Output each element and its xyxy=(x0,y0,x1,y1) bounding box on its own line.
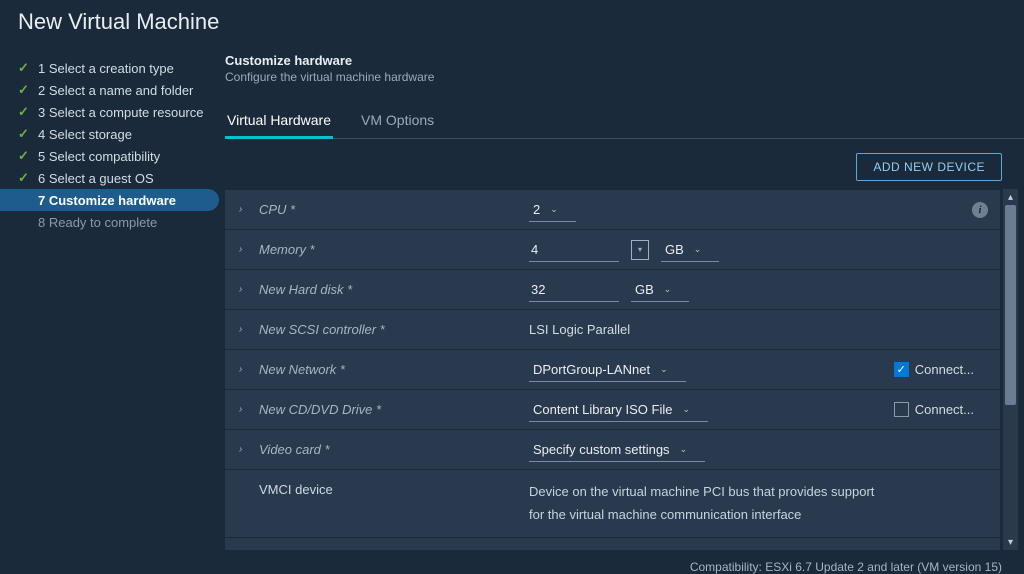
select-value: GB xyxy=(635,282,654,297)
connect-label: Connect... xyxy=(915,362,974,377)
compatibility-footer: Compatibility: ESXi 6.7 Update 2 and lat… xyxy=(225,550,1024,574)
cdrom-select[interactable]: Content Library ISO File ⌄ xyxy=(529,398,708,422)
chevron-right-icon[interactable]: › xyxy=(239,364,249,375)
row-video: › Video card * Specify custom settings ⌄ xyxy=(225,429,1000,469)
chevron-right-icon[interactable]: › xyxy=(239,284,249,295)
chevron-right-icon[interactable]: › xyxy=(239,444,249,455)
row-vmci: ›VMCI device Device on the virtual machi… xyxy=(225,469,1000,537)
row-label: New Hard disk * xyxy=(259,282,352,297)
step-label: 4 Select storage xyxy=(38,127,132,142)
row-cdrom: › New CD/DVD Drive * Content Library ISO … xyxy=(225,389,1000,429)
step-label: 8 Ready to complete xyxy=(38,215,157,230)
chevron-right-icon[interactable]: › xyxy=(239,404,249,415)
dialog-title: New Virtual Machine xyxy=(0,0,1024,47)
select-value: Content Library ISO File xyxy=(533,402,672,417)
disk-size-input[interactable] xyxy=(529,278,619,302)
step-label: 3 Select a compute resource xyxy=(38,105,203,120)
row-network: › New Network * DPortGroup-LANnet ⌄ ✓ Conn… xyxy=(225,349,1000,389)
select-value: DPortGroup-LANnet xyxy=(533,362,650,377)
info-icon[interactable]: i xyxy=(972,202,988,218)
section-description: Configure the virtual machine hardware xyxy=(225,70,1024,102)
disk-unit-select[interactable]: GB ⌄ xyxy=(631,278,689,302)
scroll-up-icon[interactable]: ▴ xyxy=(1003,189,1018,205)
row-label: New SCSI controller * xyxy=(259,322,385,337)
scrollbar[interactable]: ▴ ▾ xyxy=(1002,189,1018,550)
step-label: 1 Select a creation type xyxy=(38,61,174,76)
row-scsi: › New SCSI controller * LSI Logic Paralle… xyxy=(225,309,1000,349)
scroll-thumb[interactable] xyxy=(1005,205,1016,405)
select-value: GB xyxy=(665,242,684,257)
section-title: Customize hardware xyxy=(225,47,1024,70)
hardware-table: ›CPU * 2⌄ i ›Memory * ▾ GB⌄ xyxy=(225,189,1000,550)
tab-virtual-hardware[interactable]: Virtual Hardware xyxy=(225,102,333,138)
network-select[interactable]: DPortGroup-LANnet ⌄ xyxy=(529,358,686,382)
row-label: CPU * xyxy=(259,202,295,217)
chevron-down-icon: ⌄ xyxy=(682,404,690,415)
check-icon: ✓ xyxy=(18,126,30,142)
check-icon: ✓ xyxy=(18,82,30,98)
chevron-down-icon: ⌄ xyxy=(550,204,558,215)
row-hard-disk: › New Hard disk * GB ⌄ xyxy=(225,269,1000,309)
chevron-right-icon[interactable]: › xyxy=(239,324,249,335)
tab-bar: Virtual Hardware VM Options xyxy=(225,102,1024,139)
wizard-step-1[interactable]: ✓ 1 Select a creation type xyxy=(0,57,219,79)
memory-stepper[interactable]: ▾ xyxy=(631,240,649,260)
row-memory: › Memory * ▾ GB ⌄ xyxy=(225,229,1000,269)
connect-label: Connect... xyxy=(915,402,974,417)
chevron-down-icon: ⌄ xyxy=(660,364,668,375)
row-label: New CD/DVD Drive * xyxy=(259,402,381,417)
step-label: 6 Select a guest OS xyxy=(38,171,154,186)
check-icon: ✓ xyxy=(18,104,30,120)
row-sata: ›New SATA Controller New SATA Controller xyxy=(225,537,1000,550)
vmci-description: Device on the virtual machine PCI bus th… xyxy=(529,476,986,531)
wizard-step-8[interactable]: ✓8 Ready to complete xyxy=(0,211,219,233)
row-label: Memory * xyxy=(259,242,315,257)
chevron-right-icon[interactable]: › xyxy=(239,244,249,255)
select-value: 2 xyxy=(533,202,540,217)
chevron-right-icon[interactable]: › xyxy=(239,204,249,215)
chevron-down-icon: ⌄ xyxy=(694,244,702,255)
tab-vm-options[interactable]: VM Options xyxy=(359,102,436,138)
check-icon: ✓ xyxy=(18,148,30,164)
wizard-step-4[interactable]: ✓ 4 Select storage xyxy=(0,123,219,145)
wizard-step-3[interactable]: ✓ 3 Select a compute resource xyxy=(0,101,219,123)
check-icon: ✓ xyxy=(18,60,30,76)
wizard-step-6[interactable]: ✓ 6 Select a guest OS xyxy=(0,167,219,189)
cdrom-connect-checkbox[interactable] xyxy=(894,402,909,417)
wizard-step-7[interactable]: ✓7 Customize hardware xyxy=(0,189,219,211)
cpu-select[interactable]: 2⌄ xyxy=(529,198,576,222)
step-label: 5 Select compatibility xyxy=(38,149,160,164)
chevron-down-icon: ⌄ xyxy=(680,444,688,455)
scsi-value: LSI Logic Parallel xyxy=(529,322,630,337)
network-connect-checkbox[interactable]: ✓ xyxy=(894,362,909,377)
memory-unit-select[interactable]: GB ⌄ xyxy=(661,238,719,262)
row-label: New Network * xyxy=(259,362,345,377)
wizard-step-5[interactable]: ✓ 5 Select compatibility xyxy=(0,145,219,167)
wizard-step-2[interactable]: ✓ 2 Select a name and folder xyxy=(0,79,219,101)
chevron-down-icon: ⌄ xyxy=(664,284,672,295)
check-icon: ✓ xyxy=(18,170,30,186)
video-select[interactable]: Specify custom settings ⌄ xyxy=(529,438,705,462)
row-label: VMCI device xyxy=(259,482,333,497)
row-label: Video card * xyxy=(259,442,330,457)
add-new-device-button[interactable]: ADD NEW DEVICE xyxy=(856,153,1002,181)
step-label: 2 Select a name and folder xyxy=(38,83,193,98)
select-value: Specify custom settings xyxy=(533,442,670,457)
step-label: 7 Customize hardware xyxy=(38,193,176,208)
memory-input[interactable] xyxy=(529,238,619,262)
wizard-steps: ✓ 1 Select a creation type ✓ 2 Select a na… xyxy=(0,47,225,574)
scroll-down-icon[interactable]: ▾ xyxy=(1003,534,1018,550)
row-cpu: ›CPU * 2⌄ i xyxy=(225,189,1000,229)
